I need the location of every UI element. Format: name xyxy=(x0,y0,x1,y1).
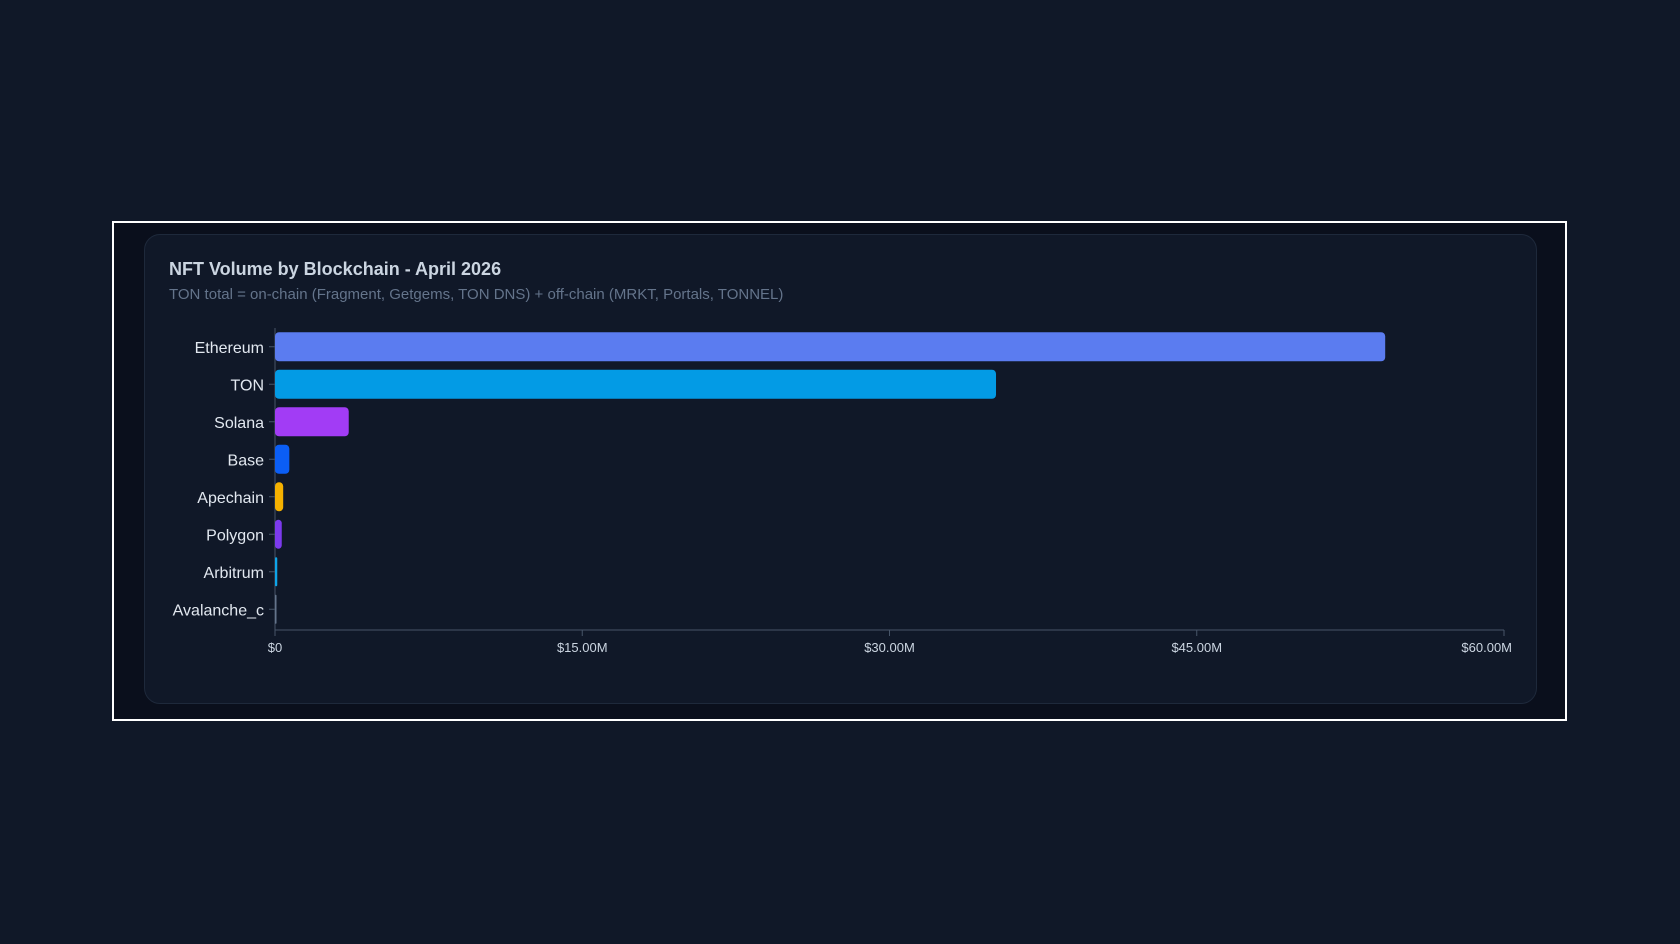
chart-bars xyxy=(275,332,1386,624)
x-axis-ticks: $0 $15.00M $30.00M $45.00M $60.00M xyxy=(268,630,1512,655)
category-labels: Ethereum TON Solana Base Apechain Polygon Arbi… xyxy=(173,340,275,619)
x-tick-label: $45.00M xyxy=(1171,640,1222,655)
bar-chart: Ethereum TON Solana Base Apechain Polygon Arbi… xyxy=(173,328,1512,655)
bar-ethereum[interactable] xyxy=(275,332,1386,362)
category-label: Polygon xyxy=(206,527,264,544)
x-tick-label: $60.00M xyxy=(1461,640,1512,655)
category-label: Ethereum xyxy=(195,340,264,357)
bar-ton[interactable] xyxy=(275,369,997,399)
bar-polygon[interactable] xyxy=(275,519,282,549)
x-tick-label: $0 xyxy=(268,640,282,655)
x-tick-label: $15.00M xyxy=(557,640,608,655)
bar-apechain[interactable] xyxy=(275,482,284,512)
category-label: Apechain xyxy=(197,490,264,507)
bar-avalanche_c[interactable] xyxy=(275,594,277,624)
bar-base[interactable] xyxy=(275,444,290,474)
category-label: Base xyxy=(228,452,265,469)
x-tick-label: $30.00M xyxy=(864,640,915,655)
category-label: TON xyxy=(231,377,264,394)
category-label: Avalanche_c xyxy=(173,602,264,619)
bar-solana[interactable] xyxy=(275,407,349,437)
bar-arbitrum[interactable] xyxy=(275,557,278,587)
category-label: Arbitrum xyxy=(204,565,264,582)
category-label: Solana xyxy=(214,415,264,432)
